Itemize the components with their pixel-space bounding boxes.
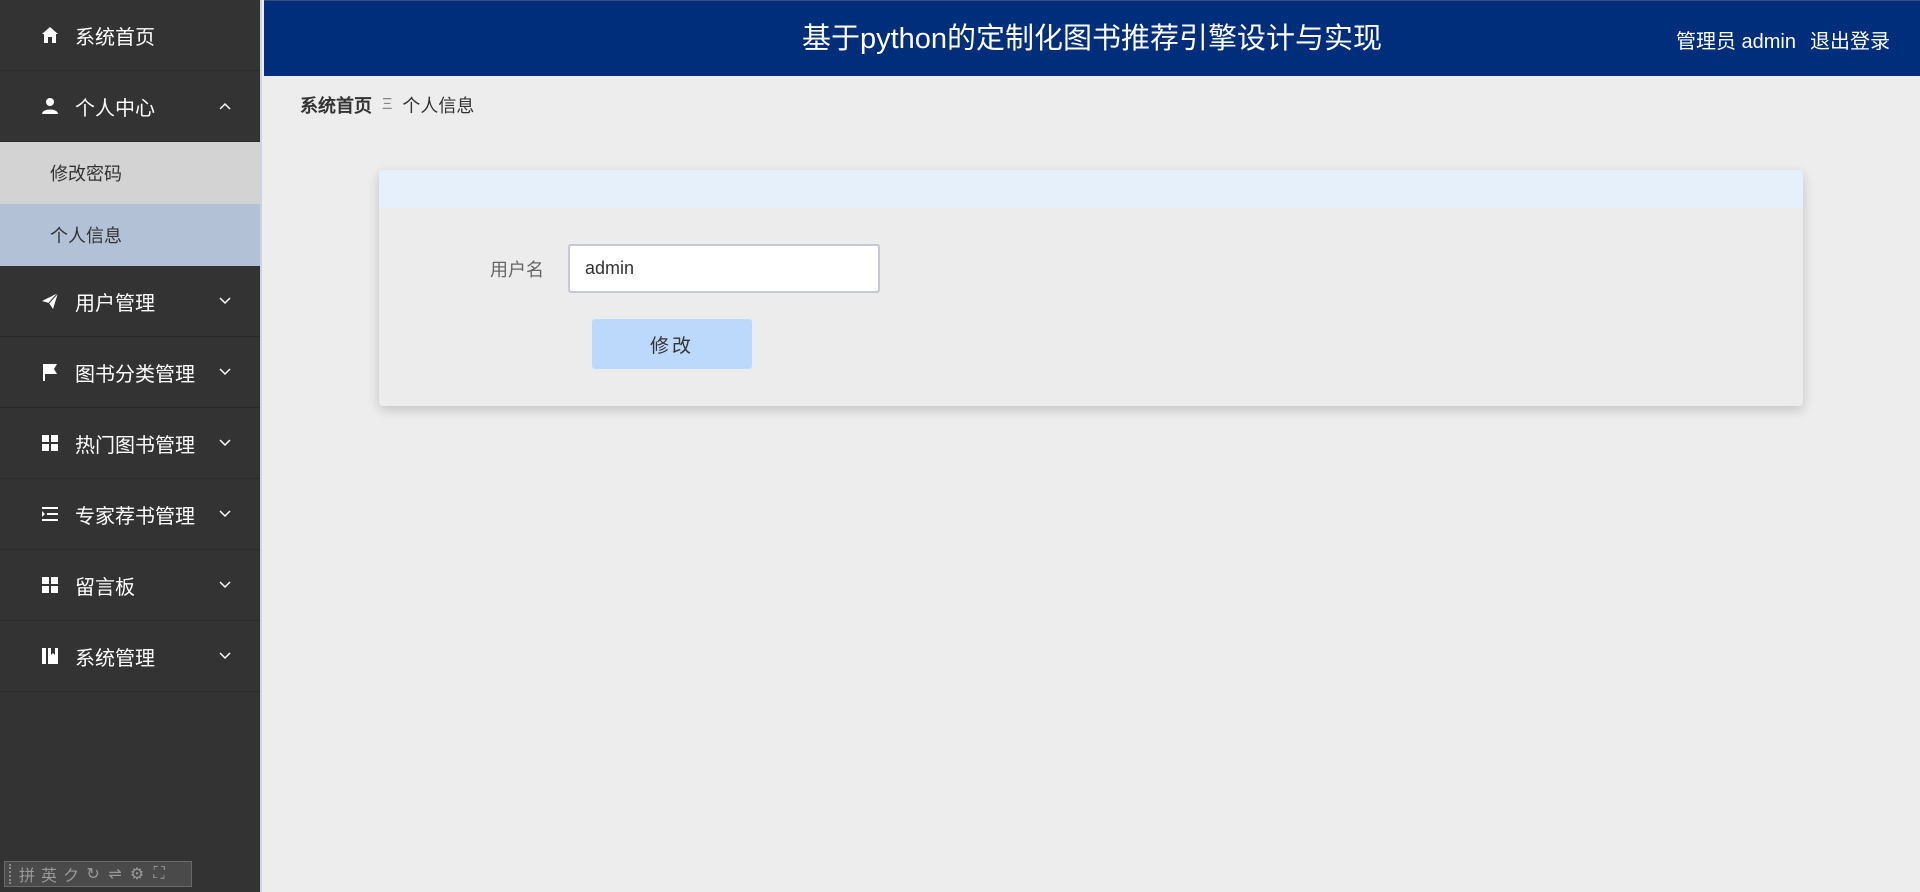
chevron-down-icon <box>218 507 232 521</box>
breadcrumb-home-link[interactable]: 系统首页 <box>300 92 372 118</box>
chevron-down-icon <box>218 649 232 663</box>
ime-refresh-icon[interactable]: ↻ <box>85 864 101 884</box>
list-indent-icon <box>40 504 60 524</box>
breadcrumb-current: 个人信息 <box>402 96 475 116</box>
ime-switch-icon[interactable]: ⇌ <box>107 864 123 884</box>
grid-icon <box>40 575 60 595</box>
app-title: 基于python的定制化图书推荐引擎设计与实现 <box>801 23 1383 55</box>
ime-punctuation-icon[interactable]: ク <box>63 862 79 886</box>
user-icon <box>40 96 60 116</box>
ime-toolbar: 拼 英 ク ↻ ⇌ ⚙ ⛶ <box>4 861 192 887</box>
ime-settings-icon[interactable]: ⚙ <box>129 864 145 884</box>
home-icon <box>40 25 60 45</box>
sidebar-subitem-personal-info[interactable]: 个人信息 <box>0 204 260 266</box>
sidebar-item-system-management[interactable]: 系统管理 <box>0 621 260 692</box>
chevron-down-icon <box>218 365 232 379</box>
sidebar-item-user-management[interactable]: 用户管理 <box>0 266 260 337</box>
sidebar-item-home[interactable]: 系统首页 <box>0 0 260 71</box>
sidebar-subitem-label: 个人信息 <box>50 226 122 246</box>
username-label: 用户名 <box>490 259 544 280</box>
ime-english-icon[interactable]: 英 <box>41 862 57 886</box>
username-row: 用户名 <box>379 244 880 293</box>
sidebar-item-label: 个人中心 <box>75 97 155 120</box>
username-input[interactable] <box>568 244 880 293</box>
ime-expand-icon[interactable]: ⛶ <box>151 865 167 883</box>
header-user-area: 管理员 admin 退出登录 <box>1676 1 1890 77</box>
sidebar-item-message-board[interactable]: 留言板 <box>0 550 260 621</box>
breadcrumb: 系统首页 Ξ 个人信息 <box>300 92 474 118</box>
sidebar-item-label: 热门图书管理 <box>75 434 195 457</box>
sidebar-item-personal-center[interactable]: 个人中心 <box>0 71 260 142</box>
top-header: 基于python的定制化图书推荐引擎设计与实现 管理员 admin 退出登录 <box>264 0 1920 76</box>
sidebar-item-label: 专家荐书管理 <box>75 505 195 528</box>
sidebar: 系统首页 个人中心 修改密码 个人信息 用户管理 图书分类管理 热门图书管理 专… <box>0 0 262 892</box>
ime-grip-handle[interactable] <box>9 864 13 884</box>
sidebar-subitem-change-password[interactable]: 修改密码 <box>0 142 260 204</box>
sidebar-item-book-category[interactable]: 图书分类管理 <box>0 337 260 408</box>
card-header <box>379 170 1803 208</box>
sidebar-item-hot-books[interactable]: 热门图书管理 <box>0 408 260 479</box>
chevron-down-icon <box>218 294 232 308</box>
modify-button[interactable]: 修改 <box>592 319 752 369</box>
logout-link[interactable]: 退出登录 <box>1810 25 1890 54</box>
sidebar-item-label: 用户管理 <box>75 292 155 315</box>
chevron-down-icon <box>218 578 232 592</box>
chevron-down-icon <box>218 436 232 450</box>
flag-icon <box>40 362 60 382</box>
paper-plane-icon <box>40 291 60 311</box>
sidebar-item-expert-recommend[interactable]: 专家荐书管理 <box>0 479 260 550</box>
personal-info-card: 用户名 修改 <box>379 170 1803 406</box>
book-icon <box>40 646 60 666</box>
sidebar-item-label: 留言板 <box>75 576 135 599</box>
sidebar-item-label: 系统管理 <box>75 647 155 670</box>
breadcrumb-separator-icon: Ξ <box>382 96 393 113</box>
sidebar-subitem-label: 修改密码 <box>50 164 122 184</box>
sidebar-item-label: 系统首页 <box>75 26 155 49</box>
current-user-label: 管理员 admin <box>1675 30 1796 53</box>
grid-icon <box>40 433 60 453</box>
sidebar-item-label: 图书分类管理 <box>75 363 195 386</box>
ime-pinyin-icon[interactable]: 拼 <box>19 862 35 886</box>
chevron-up-icon <box>218 99 232 113</box>
